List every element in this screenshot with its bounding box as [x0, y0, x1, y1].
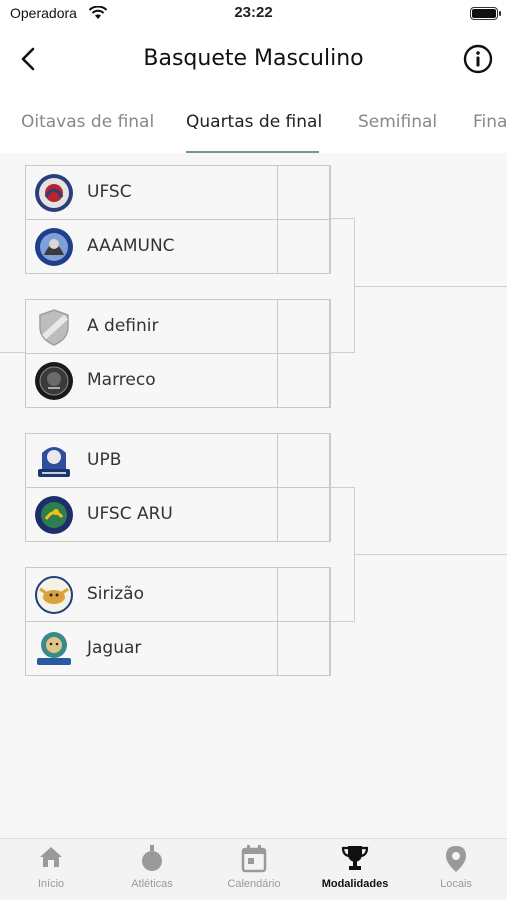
team-name: AAAMUNC [87, 236, 175, 256]
score-box [277, 353, 330, 408]
tab-bar-label: Locais [440, 878, 472, 890]
round-tabs: Oitavas de final Quartas de final Semifi… [0, 100, 507, 153]
home-icon [6, 845, 96, 869]
sirizao-logo-icon [34, 575, 74, 615]
tab-bar-item-locais[interactable]: Locais [411, 845, 501, 890]
tab-final[interactable]: Final [473, 112, 507, 132]
team-row[interactable]: Marreco [25, 353, 331, 408]
info-icon[interactable] [463, 44, 493, 74]
team-name: UFSC ARU [87, 504, 173, 524]
score-box [277, 299, 330, 354]
team-row[interactable]: UPB [25, 433, 331, 488]
status-bar: Operadora 23:22 [0, 0, 507, 30]
battery-icon [470, 7, 501, 20]
bracket-connector [331, 487, 355, 488]
header-area: Operadora 23:22 Basquete Masculino Oitav… [0, 0, 507, 153]
bracket-connector [331, 352, 355, 353]
score-box [277, 433, 330, 488]
navigation-bar: Basquete Masculino [0, 34, 507, 86]
page-title: Basquete Masculino [143, 46, 364, 71]
score-box [277, 621, 330, 676]
calendar-icon [209, 845, 299, 873]
location-pin-icon [411, 845, 501, 873]
tab-bar-item-atleticas[interactable]: Atléticas [107, 845, 197, 890]
tab-bar-item-calendario[interactable]: Calendário [209, 845, 299, 890]
bottom-tab-bar: Início Atléticas Calendário Modalidades … [0, 838, 507, 900]
clock: 23:22 [234, 4, 273, 21]
tab-bar-label: Modalidades [321, 878, 389, 890]
tab-bar-item-modalidades[interactable]: Modalidades [310, 845, 400, 890]
team-name: A definir [87, 316, 159, 336]
team-row[interactable]: Sirizão [25, 567, 331, 622]
team-row[interactable]: A definir [25, 299, 331, 354]
medal-icon [107, 845, 197, 873]
team-row[interactable]: UFSC [25, 165, 331, 220]
bracket-connector [355, 286, 507, 287]
score-box [277, 165, 330, 220]
aaamunc-logo-icon [34, 227, 74, 267]
score-box [277, 487, 330, 542]
marreco-logo-icon [34, 361, 74, 401]
bracket: UFSC AAAMUNC A definir Marreco UPB UFSC … [0, 153, 507, 838]
bracket-connector [331, 218, 355, 219]
team-row[interactable]: UFSC ARU [25, 487, 331, 542]
tab-semifinal[interactable]: Semifinal [358, 112, 437, 132]
bracket-connector [331, 621, 355, 622]
bracket-connector [0, 352, 25, 353]
tab-bar-item-inicio[interactable]: Início [6, 845, 96, 890]
team-name: Marreco [87, 370, 156, 390]
team-name: UFSC [87, 182, 132, 202]
score-box [277, 219, 330, 274]
upb-logo-icon [34, 441, 74, 481]
team-row[interactable]: Jaguar [25, 621, 331, 676]
tab-bar-label: Atléticas [131, 878, 173, 890]
tab-oitavas[interactable]: Oitavas de final [21, 112, 154, 132]
team-name: Sirizão [87, 584, 144, 604]
ufsc-aru-logo-icon [34, 495, 74, 535]
jaguar-logo-icon [34, 629, 74, 669]
tab-bar-label: Calendário [227, 878, 281, 890]
team-name: Jaguar [87, 638, 142, 658]
tab-quartas[interactable]: Quartas de final [186, 112, 322, 132]
bracket-connector [355, 554, 507, 555]
trophy-icon [310, 845, 400, 871]
team-name: UPB [87, 450, 122, 470]
tab-bar-label: Início [37, 878, 65, 890]
team-row[interactable]: AAAMUNC [25, 219, 331, 274]
shield-placeholder-icon [34, 307, 74, 347]
ufsc-logo-icon [34, 173, 74, 213]
score-box [277, 567, 330, 622]
